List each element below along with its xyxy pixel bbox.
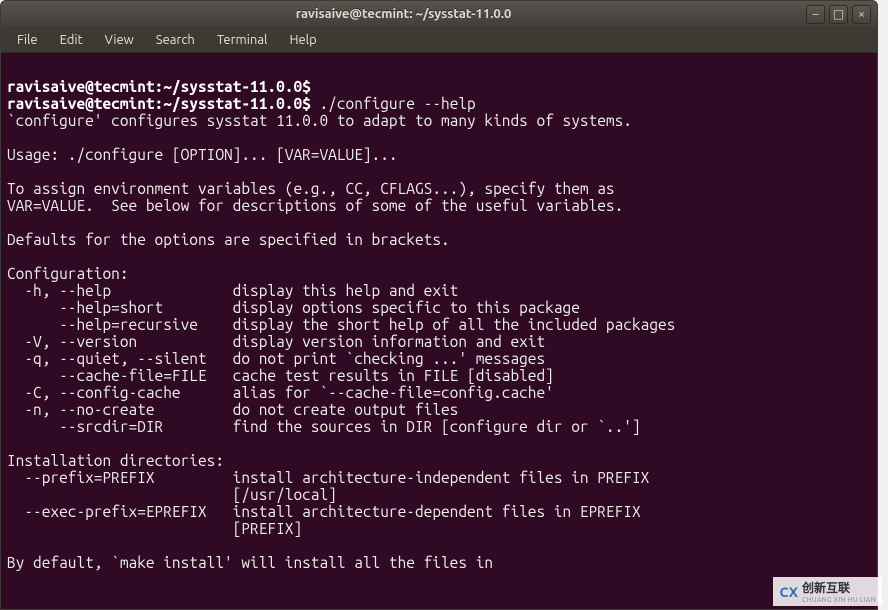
- terminal-content[interactable]: ravisaive@tecmint:~/sysstat-11.0.0$ ravi…: [7, 61, 871, 571]
- shell-prompt: ravisaive@tecmint:~/sysstat-11.0.0$: [7, 95, 311, 112]
- menu-file[interactable]: File: [7, 30, 48, 50]
- command-text: ./configure --help: [311, 95, 476, 112]
- close-button[interactable]: ×: [852, 5, 871, 24]
- maximize-button[interactable]: □: [829, 5, 848, 24]
- minimize-icon: –: [813, 8, 819, 21]
- watermark-logo: CX: [779, 584, 798, 600]
- terminal-window: ravisaive@tecmint: ~/sysstat-11.0.0 – □ …: [0, 0, 878, 610]
- output-body: `configure' configures sysstat 11.0.0 to…: [7, 112, 675, 571]
- watermark-py: CHUANG XIN HU LIAN: [802, 596, 876, 604]
- menu-terminal[interactable]: Terminal: [207, 30, 278, 50]
- menu-edit[interactable]: Edit: [50, 30, 93, 50]
- titlebar[interactable]: ravisaive@tecmint: ~/sysstat-11.0.0 – □ …: [1, 1, 877, 27]
- shell-prompt: ravisaive@tecmint:~/sysstat-11.0.0$: [7, 78, 311, 95]
- close-icon: ×: [858, 8, 865, 21]
- menu-search[interactable]: Search: [146, 30, 205, 50]
- minimize-button[interactable]: –: [806, 5, 825, 24]
- menubar: File Edit View Search Terminal Help: [1, 27, 877, 53]
- window-buttons: – □ ×: [806, 5, 871, 24]
- command-empty: [311, 78, 320, 95]
- window-title: ravisaive@tecmint: ~/sysstat-11.0.0: [1, 7, 806, 21]
- watermark-cn: 创新互联: [802, 579, 876, 596]
- terminal-viewport[interactable]: ravisaive@tecmint:~/sysstat-11.0.0$ ravi…: [1, 53, 877, 609]
- maximize-icon: □: [833, 7, 844, 21]
- watermark: CX 创新互联 CHUANG XIN HU LIAN: [773, 577, 882, 606]
- menu-help[interactable]: Help: [279, 30, 326, 50]
- menu-view[interactable]: View: [95, 30, 144, 50]
